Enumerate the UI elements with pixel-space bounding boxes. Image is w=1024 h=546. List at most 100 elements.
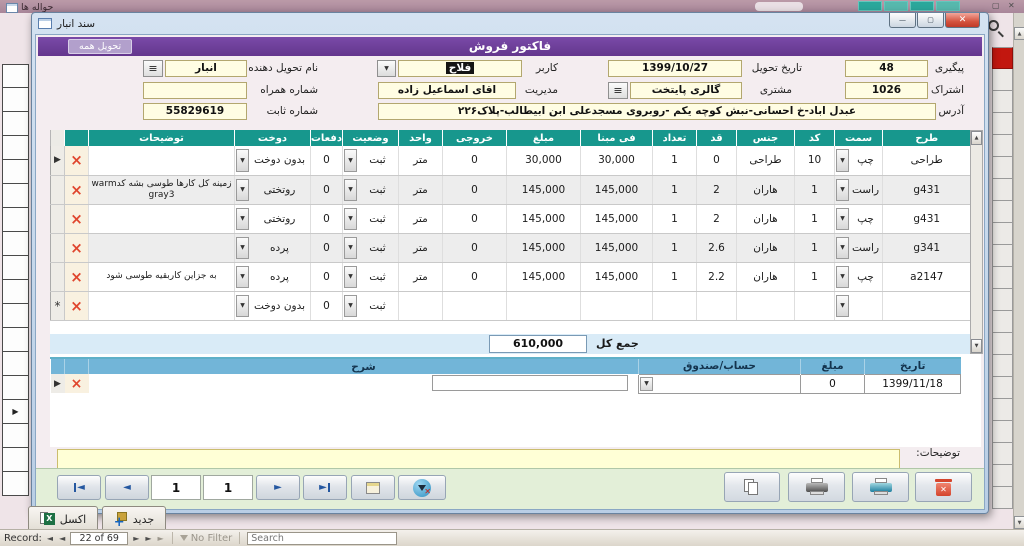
cell[interactable] — [506, 291, 581, 321]
cell[interactable]: a2147 — [882, 262, 971, 292]
cell-combo[interactable]: ▼ — [834, 291, 883, 321]
cell[interactable]: 1 — [652, 175, 697, 205]
cell[interactable]: 0 — [696, 146, 737, 176]
cell-notes[interactable] — [88, 146, 235, 176]
cell[interactable]: 30,000 — [506, 146, 581, 176]
chevron-down-icon[interactable]: ▼ — [344, 236, 357, 259]
chevron-down-icon[interactable]: ▼ — [640, 376, 653, 391]
delete-row-icon[interactable]: × — [64, 146, 89, 176]
chevron-down-icon[interactable]: ▼ — [236, 294, 249, 317]
cell[interactable]: 1 — [652, 146, 697, 176]
chevron-down-icon[interactable]: ▼ — [236, 149, 249, 172]
print-button[interactable] — [788, 472, 845, 502]
new-record-icon[interactable]: ► — [157, 534, 165, 543]
chevron-down-icon[interactable]: ▼ — [836, 178, 849, 201]
record-selector[interactable] — [50, 262, 65, 292]
maximize-button[interactable]: ▢ — [917, 13, 944, 28]
cell-combo[interactable]: ▼ پرده — [234, 262, 311, 292]
cell[interactable] — [794, 291, 835, 321]
cell[interactable]: 145,000 — [580, 262, 653, 292]
chevron-down-icon[interactable]: ▼ — [344, 149, 357, 172]
cell-notes[interactable] — [88, 204, 235, 234]
chevron-down-icon[interactable]: ▼ — [236, 178, 249, 201]
delete-invoice-button[interactable]: ✕ — [915, 472, 972, 502]
cell[interactable]: 1 — [652, 233, 697, 263]
cell[interactable] — [652, 291, 697, 321]
cell-combo[interactable]: ▼ راست — [834, 233, 883, 263]
cell-combo[interactable]: ▼ پرده — [234, 233, 311, 263]
chevron-down-icon[interactable]: ▼ — [236, 207, 249, 230]
cell[interactable]: 2 — [696, 204, 737, 234]
record-selector[interactable] — [50, 233, 65, 263]
cell[interactable]: 0 — [442, 233, 507, 263]
cell[interactable]: 1 — [794, 233, 835, 263]
cell[interactable]: 145,000 — [506, 204, 581, 234]
cell-combo[interactable]: ▼ ثبت — [342, 175, 399, 205]
cell[interactable]: 0 — [310, 204, 343, 234]
record-number-box[interactable]: 1 — [151, 475, 201, 500]
user-field[interactable]: فلاح — [398, 60, 522, 77]
scroll-up-icon[interactable]: ▲ — [971, 131, 982, 145]
chevron-down-icon[interactable]: ▼ — [836, 207, 849, 230]
cell-notes[interactable]: زمینه کل کارها طوسی بشه کدwarm gray3 — [88, 175, 235, 205]
scroll-down-icon[interactable]: ▼ — [971, 339, 982, 353]
cell[interactable]: 30,000 — [580, 146, 653, 176]
cell-combo[interactable]: ▼ ثبت — [342, 204, 399, 234]
cell-combo[interactable]: ▼ ثبت — [342, 146, 399, 176]
chevron-down-icon[interactable]: ▼ — [836, 149, 849, 172]
deliver-all-button[interactable]: تحویل همه — [68, 39, 133, 54]
management-field[interactable]: اقای اسماعیل زاده — [378, 82, 516, 99]
cell[interactable]: g431 — [882, 175, 971, 205]
scroll-up-icon[interactable]: ▲ — [1014, 27, 1024, 40]
cell-combo[interactable]: ▼ بدون دوخت — [234, 146, 311, 176]
new-record-selector[interactable]: * — [50, 291, 65, 321]
window-titlebar[interactable]: سند انبار — ▢ ✕ — [32, 13, 988, 34]
delete-row-icon[interactable]: × — [64, 374, 89, 393]
chevron-down-icon[interactable]: ▼ — [836, 294, 849, 317]
items-scrollbar[interactable]: ▲ ▼ — [970, 130, 983, 354]
cell-combo[interactable]: ▼ ثبت — [342, 262, 399, 292]
cell[interactable]: طراحی — [882, 146, 971, 176]
cell[interactable] — [696, 291, 737, 321]
customer-field[interactable]: گالری پایتخت — [630, 82, 742, 99]
cell-notes[interactable] — [88, 233, 235, 263]
cell[interactable]: 1 — [794, 262, 835, 292]
chevron-down-icon[interactable]: ▼ — [344, 265, 357, 288]
record-selector[interactable] — [50, 204, 65, 234]
chevron-down-icon[interactable]: ▼ — [344, 207, 357, 230]
previous-record-icon[interactable]: ◄ — [58, 534, 66, 543]
cell-combo[interactable]: ▼ روتختی — [234, 175, 311, 205]
cell[interactable]: g431 — [882, 204, 971, 234]
new-record-button[interactable] — [351, 475, 395, 500]
cell[interactable]: 145,000 — [580, 233, 653, 263]
cell-combo[interactable]: ▼ روتختی — [234, 204, 311, 234]
last-record-icon[interactable]: ► — [144, 534, 152, 543]
record-selector[interactable]: ▶ — [50, 146, 65, 176]
previous-record-button[interactable]: ◄ — [105, 475, 149, 500]
address-field[interactable]: عبدل اباد-خ احسانی-نبش کوچه یکم -روبروی … — [378, 103, 936, 120]
cell[interactable]: طراحی — [736, 146, 795, 176]
cell-notes[interactable]: به جزاین کاربقیه طوسی شود — [88, 262, 235, 292]
next-record-icon[interactable]: ► — [132, 534, 140, 543]
payment-date-cell[interactable]: 1399/11/18 — [864, 373, 961, 394]
cell[interactable]: هاران — [736, 175, 795, 205]
chevron-down-icon[interactable]: ▼ — [344, 294, 357, 317]
cell[interactable]: متر — [398, 175, 443, 205]
description-input[interactable] — [432, 375, 628, 391]
no-filter-indicator[interactable]: No Filter — [179, 533, 232, 544]
deliverer-menu-button[interactable]: ≡ — [143, 60, 163, 77]
close-button[interactable]: ✕ — [945, 13, 980, 28]
vertical-scrollbar[interactable]: ▲ ▼ — [1013, 13, 1024, 546]
record-selector[interactable] — [50, 175, 65, 205]
mobile-field[interactable] — [143, 82, 247, 99]
cell[interactable]: 0 — [442, 146, 507, 176]
payment-account-cell[interactable]: ▼ — [638, 373, 801, 394]
cell[interactable] — [442, 291, 507, 321]
print-preview-button[interactable] — [852, 472, 909, 502]
cell[interactable]: 145,000 — [506, 233, 581, 263]
cell-combo[interactable]: ▼ چپ — [834, 146, 883, 176]
cell[interactable]: 1 — [794, 175, 835, 205]
cell[interactable]: 2 — [696, 175, 737, 205]
cell[interactable]: 0 — [310, 146, 343, 176]
chevron-down-icon[interactable]: ▼ — [344, 178, 357, 201]
